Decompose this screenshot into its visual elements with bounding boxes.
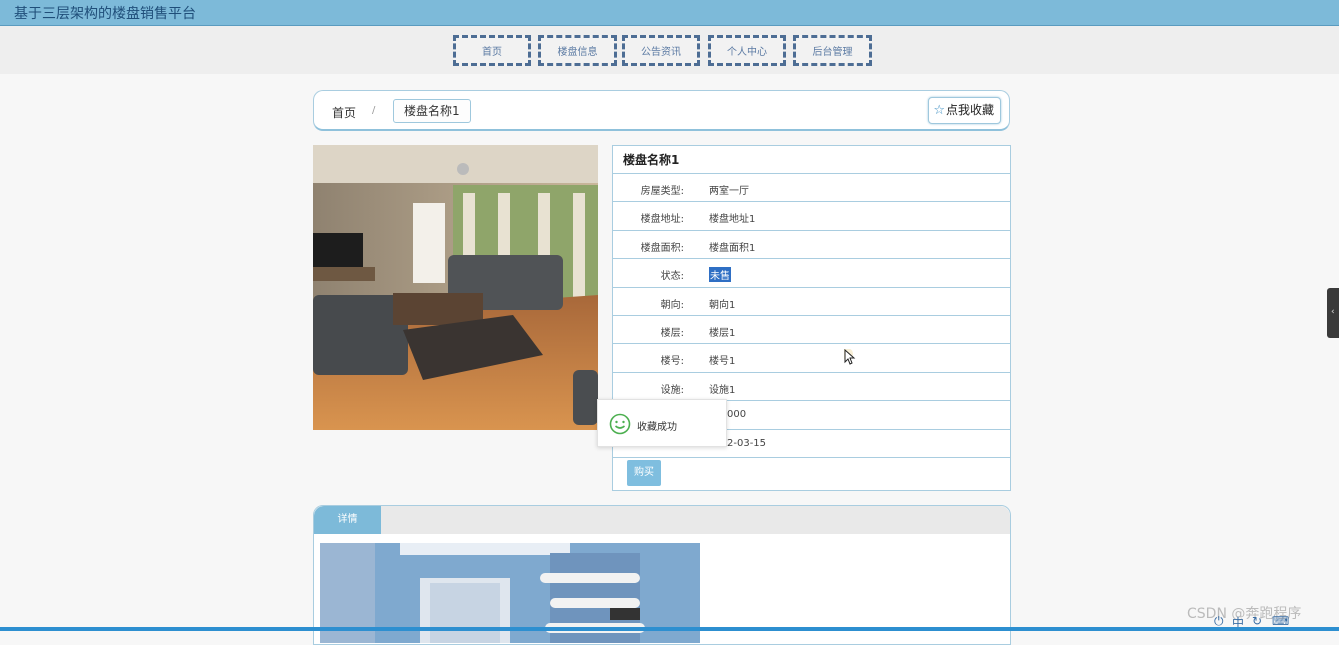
nav-admin[interactable]: 后台管理 (793, 35, 872, 66)
info-row: 楼盘地址: 楼盘地址1 (613, 202, 1010, 231)
status-value: 未售 (709, 267, 731, 283)
bottom-strip (0, 627, 1339, 631)
breadcrumb-separator: / (372, 105, 376, 116)
field-value: 楼号1 (709, 356, 736, 368)
field-value: 两室一厅 (709, 186, 749, 197)
field-label: 楼盘地址: (640, 214, 684, 226)
field-label: 楼盘面积: (640, 242, 684, 254)
field-value: 楼盘地址1 (709, 214, 756, 226)
toast-notification: 收藏成功 (597, 399, 727, 447)
field-value: 朝向1 (709, 299, 736, 311)
chevron-left-icon: ‹ (1331, 307, 1335, 317)
main-nav: 首页 楼盘信息 公告资讯 个人中心 后台管理 (0, 26, 1339, 74)
tray-sync-icon: ↻ (1252, 614, 1263, 628)
nav-announcements[interactable]: 公告资讯 (622, 35, 700, 66)
favorite-label: 点我收藏 (945, 103, 994, 117)
detail-panel: 详情 (313, 505, 1011, 645)
field-label: 朝向: (660, 299, 684, 311)
field-label: 房屋类型: (640, 186, 684, 197)
info-row: 房屋类型: 两室一厅 (613, 174, 1010, 203)
info-row: 朝向: 朝向1 (613, 288, 1010, 316)
property-name: 楼盘名称1 (613, 146, 1010, 174)
info-row: 设施: 设施1 (613, 373, 1010, 402)
breadcrumb: 首页 / 楼盘名称1 ☆点我收藏 (313, 90, 1010, 131)
info-row: 楼号: 楼号1 (613, 344, 1010, 373)
info-row: 楼层: 楼层1 (613, 316, 1010, 345)
breadcrumb-home[interactable]: 首页 (332, 104, 356, 121)
field-label: 楼层: (660, 327, 684, 339)
site-title: 基于三层架构的楼盘销售平台 (14, 6, 196, 22)
property-photo (313, 145, 598, 430)
detail-tabbar: 详情 (314, 506, 1010, 534)
favorite-button[interactable]: ☆点我收藏 (928, 97, 1001, 124)
nav-personal-center[interactable]: 个人中心 (708, 35, 786, 66)
field-value: 设施1 (709, 384, 736, 396)
field-label: 设施: (660, 384, 684, 396)
tab-detail[interactable]: 详情 (314, 506, 381, 534)
field-value: 楼层1 (709, 327, 736, 339)
field-label: 楼号: (660, 356, 684, 368)
field-value: 000 (727, 409, 747, 421)
smile-icon (609, 413, 631, 435)
info-row: 状态: 未售 (613, 259, 1010, 288)
buy-button[interactable]: 购买 (627, 460, 661, 486)
info-row: 楼盘面积: 楼盘面积1 (613, 231, 1010, 260)
field-label: 状态: (660, 271, 684, 283)
field-value: 2-03-15 (727, 437, 767, 449)
side-toggle-handle[interactable]: ‹ (1327, 288, 1339, 338)
nav-property-info[interactable]: 楼盘信息 (538, 35, 617, 66)
field-value: 楼盘面积1 (709, 242, 756, 254)
tray-keyboard-icon: ⌨ (1272, 614, 1290, 628)
top-header: 基于三层架构的楼盘销售平台 (0, 0, 1339, 26)
toast-message: 收藏成功 (637, 422, 677, 433)
mouse-cursor-icon (844, 349, 856, 365)
breadcrumb-current: 楼盘名称1 (393, 99, 471, 123)
nav-home[interactable]: 首页 (453, 35, 531, 66)
star-icon: ☆ (933, 103, 945, 118)
